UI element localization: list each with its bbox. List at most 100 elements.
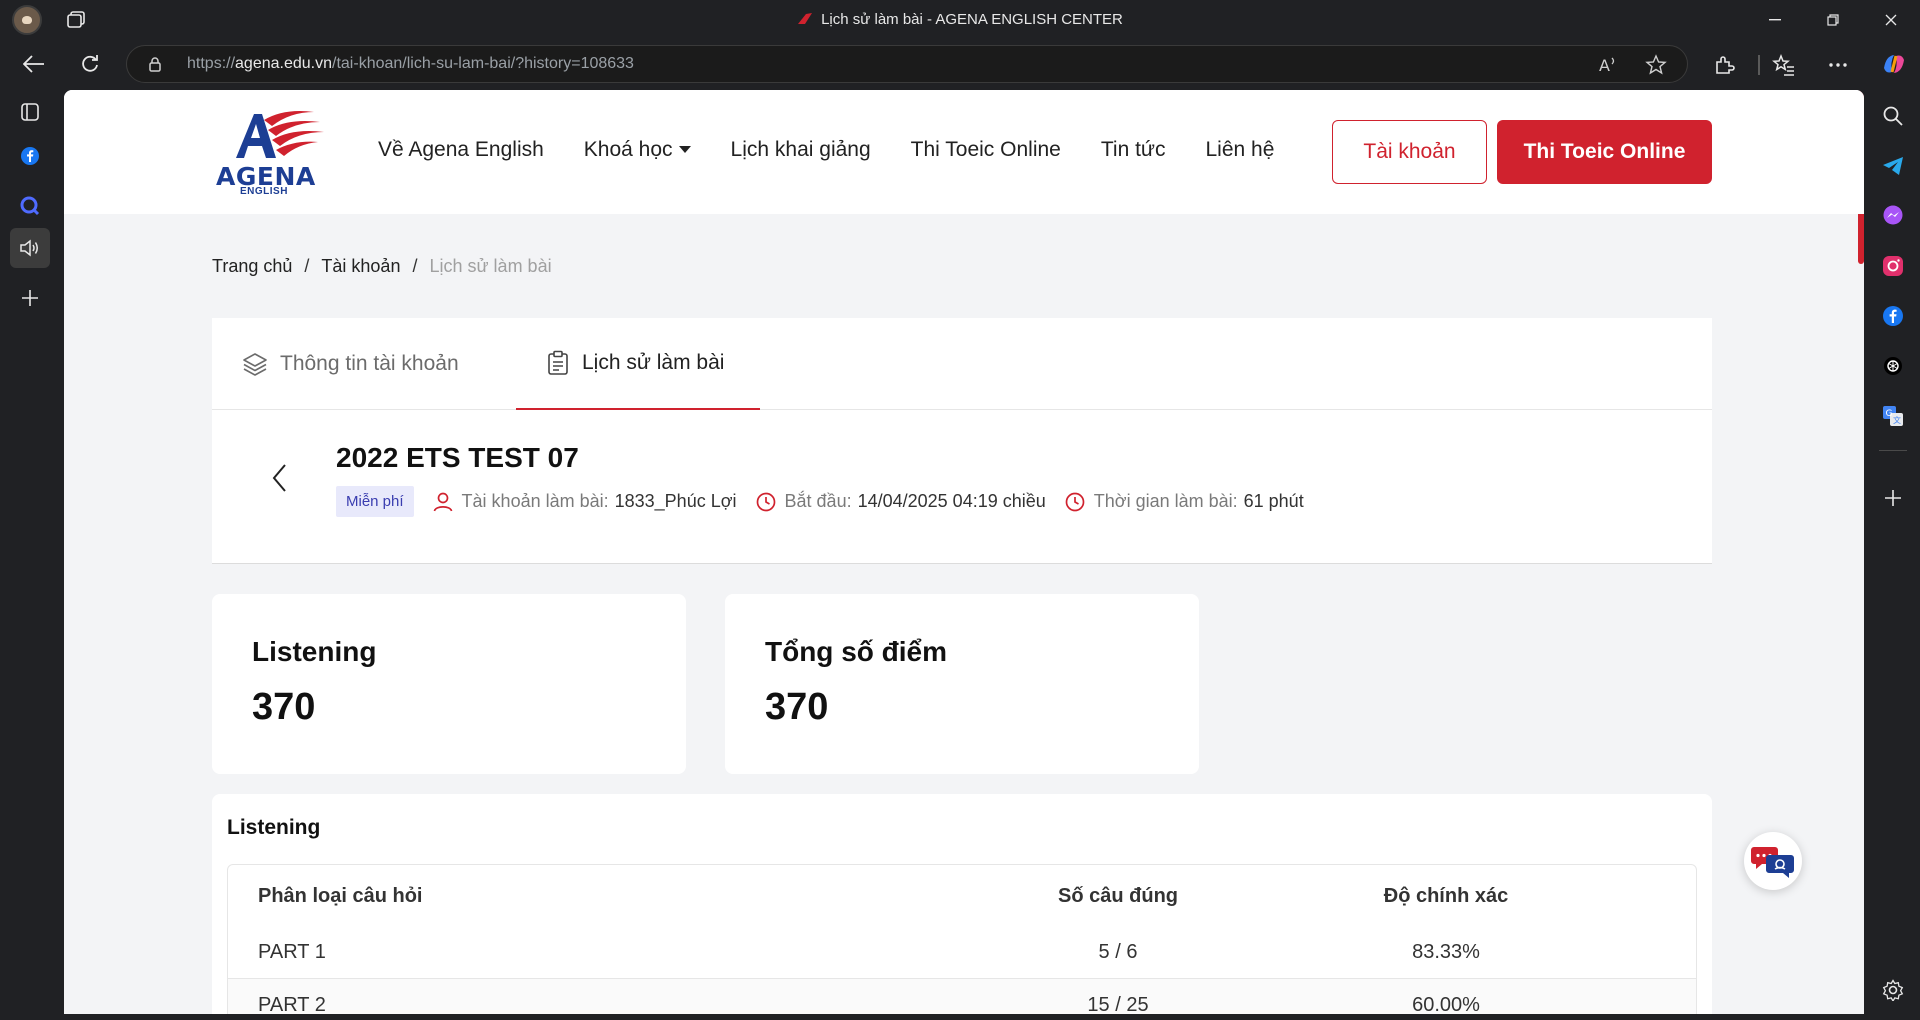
agena-logo-mark-icon [236, 111, 324, 158]
add-sidebar-app-icon[interactable] [1881, 486, 1905, 510]
caret-down-icon [678, 146, 691, 153]
nav-toeic-online[interactable]: Thi Toeic Online [911, 138, 1061, 162]
table-row: PART 2 15 / 25 60.00% [228, 979, 1696, 1014]
new-tab-icon[interactable] [16, 284, 44, 312]
meta-start-value: 14/04/2025 04:19 chiều [857, 491, 1046, 511]
table-row: PART 1 5 / 6 83.33% [228, 927, 1696, 979]
table-header-row: Phân loại câu hỏi Số câu đúng Độ chính x… [228, 865, 1696, 927]
history-card: Thông tin tài khoản Lịch sử làm bài 2022… [212, 318, 1712, 564]
meta-start: Bắt đầu: 14/04/2025 04:19 chiều [755, 491, 1046, 513]
breadcrumb-separator: / [412, 256, 418, 276]
minimize-button[interactable] [1746, 0, 1804, 40]
account-tabs: Thông tin tài khoản Lịch sử làm bài [212, 318, 1712, 410]
url-text[interactable]: https://agena.edu.vn/tai-khoan/lich-su-l… [187, 55, 634, 73]
audio-tab-icon[interactable] [10, 228, 50, 268]
search-app-icon[interactable] [16, 192, 44, 220]
logo-subtext: ENGLISH [240, 186, 288, 197]
window-title-text: Lịch sử làm bài - AGENA ENGLISH CENTER [821, 11, 1123, 28]
results-table: Phân loại câu hỏi Số câu đúng Độ chính x… [227, 864, 1697, 1014]
breadcrumb-home[interactable]: Trang chủ [212, 256, 292, 276]
account-button[interactable]: Tài khoản [1332, 120, 1487, 184]
score-card-listening: Listening 370 [212, 594, 686, 774]
browser-titlebar: Lịch sử làm bài - AGENA ENGLISH CENTER [0, 0, 1920, 40]
copilot-icon[interactable] [1880, 50, 1908, 78]
toolbar-divider [1758, 55, 1760, 75]
left-sidebar [0, 88, 60, 1020]
breadcrumb-current: Lịch sử làm bài [429, 256, 552, 276]
chat-widget-button[interactable] [1744, 832, 1802, 890]
toeic-online-button[interactable]: Thi Toeic Online [1497, 120, 1712, 184]
site-favicon-icon [797, 12, 813, 26]
nav-news[interactable]: Tin tức [1101, 138, 1166, 162]
breadcrumb: Trang chủ / Tài khoản / Lịch sử làm bài [212, 256, 552, 277]
translate-icon[interactable]: G文 [1881, 404, 1905, 428]
messenger-icon[interactable] [1881, 204, 1905, 228]
page-scrollbar[interactable] [1858, 90, 1864, 1014]
test-meta: Miễn phí Tài khoản làm bài: 1833_Phúc Lợ… [336, 486, 1322, 517]
svg-text:文: 文 [1893, 415, 1901, 425]
score-card-total: Tổng số điểm 370 [725, 594, 1199, 774]
chatgpt-icon[interactable] [1881, 354, 1905, 378]
listening-breakdown-card: Listening Phân loại câu hỏi Số câu đúng … [212, 794, 1712, 1014]
cell-accuracy: 83.33% [1412, 941, 1480, 963]
user-icon [433, 492, 452, 511]
meta-account: Tài khoản làm bài: 1833_Phúc Lợi [432, 491, 737, 513]
clipboard-icon [548, 350, 568, 375]
col-header-category: Phân loại câu hỏi [258, 884, 423, 907]
score-label: Listening [252, 636, 377, 667]
cell-accuracy: 60.00% [1412, 993, 1480, 1015]
tab-account-info[interactable]: Thông tin tài khoản [242, 318, 459, 410]
nav-about[interactable]: Về Agena English [378, 138, 544, 162]
chevron-left-icon[interactable] [270, 462, 290, 494]
cell-part: PART 1 [258, 941, 326, 963]
section-title: Listening [227, 816, 321, 839]
close-window-button[interactable] [1862, 0, 1920, 40]
breadcrumb-account[interactable]: Tài khoản [321, 256, 400, 276]
tab-account-info-label: Thông tin tài khoản [280, 352, 459, 375]
layers-icon [243, 353, 267, 376]
tab-manager-icon[interactable] [16, 98, 44, 126]
url-scheme: https:// [187, 55, 236, 72]
meta-account-value: 1833_Phúc Lợi [614, 491, 737, 511]
restore-button[interactable] [1804, 0, 1862, 40]
col-header-accuracy: Độ chính xác [1383, 884, 1509, 907]
more-options-icon[interactable] [1826, 53, 1850, 77]
right-sidebar: G文 [1866, 88, 1920, 1020]
lock-icon[interactable] [147, 56, 163, 72]
site-header: AGENA ENGLISH Về Agena English Khoá học … [64, 90, 1864, 214]
nav-schedule[interactable]: Lịch khai giảng [731, 138, 871, 162]
reload-button[interactable] [74, 48, 106, 80]
nav-contact[interactable]: Liên hệ [1205, 138, 1274, 162]
read-aloud-icon[interactable]: A [1597, 54, 1619, 76]
window-title: Lịch sử làm bài - AGENA ENGLISH CENTER [0, 11, 1920, 28]
nav-courses-label: Khoá học [583, 138, 673, 161]
favorites-icon[interactable] [1772, 53, 1796, 77]
agena-logo[interactable]: AGENA ENGLISH [214, 106, 334, 198]
facebook-icon[interactable] [1881, 304, 1905, 328]
extensions-icon[interactable] [1712, 53, 1736, 77]
tab-history[interactable]: Lịch sử làm bài [516, 318, 760, 410]
page-viewport: AGENA ENGLISH Về Agena English Khoá học … [64, 90, 1864, 1014]
chat-icon [1751, 847, 1794, 878]
meta-duration-value: 61 phút [1243, 491, 1304, 511]
meta-duration-label: Thời gian làm bài: [1093, 491, 1238, 511]
tab-history-label: Lịch sử làm bài [582, 351, 725, 374]
clock-icon [756, 492, 775, 511]
cell-part: PART 2 [258, 993, 326, 1015]
back-button[interactable] [18, 48, 50, 80]
sidebar-divider [1879, 450, 1907, 451]
meta-duration: Thời gian làm bài: 61 phút [1064, 491, 1304, 513]
favorite-star-icon[interactable] [1645, 54, 1667, 76]
search-sidebar-icon[interactable] [1881, 104, 1905, 128]
facebook-tab-icon[interactable] [16, 142, 44, 170]
telegram-icon[interactable] [1881, 154, 1905, 178]
sidebar-settings-icon[interactable] [1881, 978, 1905, 1002]
nav-courses[interactable]: Khoá học [584, 138, 691, 162]
main-nav: Về Agena English Khoá học Lịch khai giản… [378, 138, 1314, 162]
svg-text:G: G [1886, 409, 1893, 419]
address-bar[interactable]: https://agena.edu.vn/tai-khoan/lich-su-l… [126, 45, 1688, 83]
url-path: /tai-khoan/lich-su-lam-bai/?history=1086… [332, 55, 634, 72]
instagram-icon[interactable] [1881, 254, 1905, 278]
free-badge: Miễn phí [336, 486, 414, 517]
meta-account-label: Tài khoản làm bài: [461, 491, 609, 511]
